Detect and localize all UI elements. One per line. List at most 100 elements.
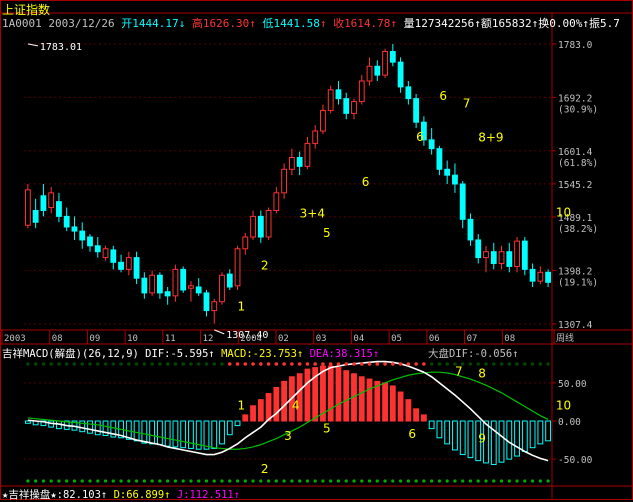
signal-dot-top: [391, 362, 395, 366]
market-dif: 大盘DIF:-0.056↑: [428, 346, 519, 361]
signal-dot-top: [212, 362, 217, 366]
candle-body: [242, 236, 249, 250]
candle-body: [498, 251, 505, 264]
signal-dot-top: [57, 362, 61, 366]
signal-dot-bottom: [197, 479, 201, 483]
candle-body: [428, 139, 435, 150]
candle-body: [71, 226, 78, 232]
volume-label: 量: [403, 17, 415, 30]
signal-dot-bottom: [298, 479, 302, 483]
macd-bar: [304, 368, 311, 422]
wave-label: 7: [463, 96, 471, 110]
candle-body: [514, 240, 520, 267]
macd-bar: [234, 420, 241, 427]
macd-bar: [203, 420, 210, 450]
macd-bar: [545, 420, 552, 442]
signal-dot-bottom: [453, 479, 457, 483]
macd-bar: [281, 380, 288, 422]
signal-dot-bottom: [290, 479, 294, 483]
macd-bar: [374, 380, 381, 422]
candle-body: [475, 239, 482, 259]
signal-dot-bottom: [414, 479, 418, 483]
market-dif-value: -0.056: [474, 348, 513, 360]
signal-dot-top: [33, 362, 38, 366]
up-arrow-icon: ↑: [319, 17, 327, 30]
signal-dot-bottom: [523, 479, 527, 483]
signal-dot-top: [437, 362, 442, 366]
date-label: 12: [203, 334, 214, 344]
signal-dot-bottom: [321, 479, 325, 483]
macd-bar: [335, 367, 342, 422]
signal-dot-bottom: [220, 479, 224, 483]
signal-dot-top: [150, 362, 154, 366]
date-label: 07: [467, 334, 478, 344]
macd-title: 吉祥MACD(解盘): [2, 348, 82, 360]
signal-dot-bottom: [243, 479, 247, 483]
amplitude-value: 5.7: [600, 17, 620, 30]
macd-bar: [211, 420, 218, 449]
macd-bar: [257, 399, 264, 422]
candle-body: [234, 248, 241, 287]
signal-dot-top: [523, 362, 527, 366]
candle-body: [529, 268, 536, 282]
macd-bar: [133, 420, 140, 442]
signal-dot-top: [530, 362, 535, 366]
signal-dot-bottom: [507, 479, 511, 483]
chart-canvas[interactable]: 1783.01692.2(30.9%)1601.4(61.8%)1545.214…: [0, 0, 633, 500]
signal-dot-top: [352, 362, 356, 366]
macd-bar: [188, 420, 194, 449]
candle-body: [265, 209, 272, 238]
signal-dot-top: [88, 362, 92, 366]
signal-dot-bottom: [375, 479, 379, 483]
signal-dot-bottom: [127, 479, 131, 483]
macd-tick-label: 50.00: [558, 379, 587, 390]
candle-body: [382, 51, 388, 76]
signal-dot-top: [414, 362, 418, 366]
signal-dot-bottom: [546, 479, 550, 483]
dif-label: DIF:: [145, 348, 171, 360]
macd-bar: [420, 414, 427, 422]
signal-dot-top: [313, 362, 317, 366]
signal-dot-bottom: [445, 479, 449, 483]
signal-dot-top: [406, 362, 411, 366]
candle-body: [48, 192, 55, 209]
signal-dot-top: [134, 362, 139, 366]
j-value: 112.511: [189, 489, 234, 501]
signal-dot-top: [321, 362, 325, 366]
signal-dot-top: [468, 362, 473, 366]
date-label: 09: [89, 334, 100, 344]
up-arrow-icon: ↑: [208, 348, 215, 360]
candle-body: [110, 249, 117, 263]
signal-dot-bottom: [406, 479, 410, 483]
macd-bar: [219, 420, 225, 445]
signal-dot-bottom: [228, 479, 232, 483]
macd-wave-label: 7: [455, 364, 463, 378]
macd-wave-label: 9: [478, 431, 486, 445]
candle-body: [180, 268, 187, 291]
candle-body: [444, 168, 451, 176]
macd-bar: [343, 370, 350, 422]
signal-dot-top: [142, 362, 147, 366]
wave-label: 1: [238, 300, 246, 314]
annotation-label: 1783.01: [40, 42, 82, 53]
date-label: 08: [504, 334, 515, 344]
signal-dot-top: [305, 362, 310, 366]
macd-bar: [87, 420, 93, 434]
macd-params: (26,12,9): [81, 348, 139, 360]
candle-body: [24, 189, 31, 226]
signal-dot-top: [41, 362, 46, 366]
signal-dot-top: [72, 362, 77, 366]
candle-body: [358, 80, 365, 103]
close-label: 收: [333, 17, 345, 30]
signal-dot-top: [111, 362, 116, 366]
candle-body: [389, 51, 396, 63]
signal-dot-top: [336, 362, 341, 366]
signal-dot-bottom: [103, 479, 108, 483]
signal-dot-bottom: [430, 479, 434, 483]
j-label: J:: [176, 489, 190, 501]
signal-dot-bottom: [274, 479, 278, 483]
macd-bar: [521, 420, 528, 452]
macd-bar: [273, 386, 280, 422]
low-label: 低: [262, 17, 274, 30]
signal-dot-bottom: [313, 479, 317, 483]
